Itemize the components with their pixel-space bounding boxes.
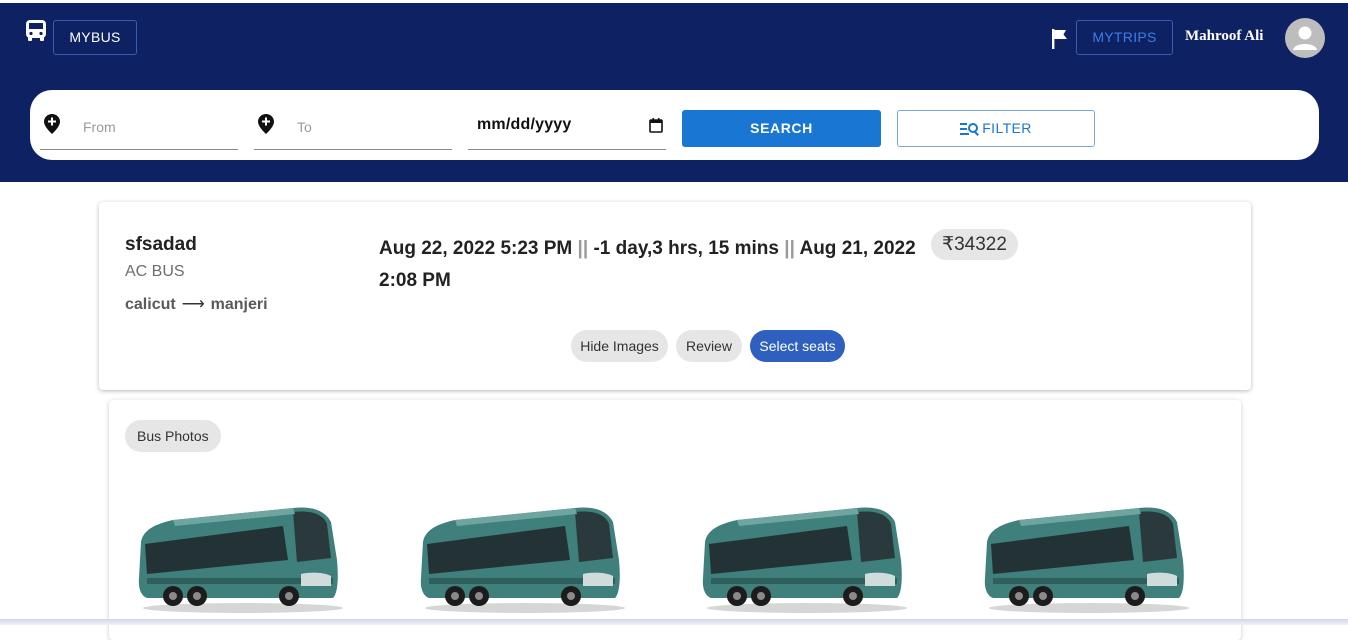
select-seats-button[interactable]: Select seats: [750, 330, 845, 362]
mybus-button[interactable]: MYBUS: [53, 20, 137, 55]
route-destination: manjeri: [210, 296, 268, 313]
bus-photos-card: Bus Photos: [109, 400, 1241, 640]
from-placeholder: From: [83, 119, 116, 135]
filter-search-icon: [960, 123, 980, 136]
trip-card: sfsadad AC BUS calicut ⟶ manjeri Aug 22, 2…: [99, 202, 1251, 390]
add-location-icon: [44, 114, 60, 134]
add-location-icon: [258, 114, 274, 134]
hide-images-button[interactable]: Hide Images: [571, 330, 668, 362]
bus-photo[interactable]: [697, 490, 907, 615]
to-placeholder: To: [297, 119, 312, 135]
calendar-icon[interactable]: [649, 118, 663, 133]
top-app-bar: MYBUS MYTRIPS Mahroof Ali From To mm/dd/…: [0, 0, 1348, 182]
separator: ||: [784, 238, 795, 259]
bus-icon[interactable]: [25, 19, 47, 43]
search-bar: From To mm/dd/yyyy SEARCH FILTER: [30, 90, 1319, 160]
route: calicut ⟶ manjeri: [125, 294, 268, 314]
date-value: mm/dd/yyyy: [477, 116, 572, 133]
filter-label: FILTER: [982, 120, 1032, 136]
bus-photos-chip: Bus Photos: [125, 420, 221, 452]
user-name: Mahroof Ali: [1185, 28, 1264, 44]
bus-photo[interactable]: [979, 490, 1189, 615]
to-field[interactable]: To: [254, 110, 452, 150]
bottom-edge: [0, 619, 1348, 625]
bus-photo[interactable]: [133, 490, 343, 615]
review-button[interactable]: Review: [676, 330, 742, 362]
departure-time: Aug 22, 2022 5:23 PM: [379, 238, 573, 259]
filter-button[interactable]: FILTER: [897, 110, 1095, 147]
separator: ||: [577, 238, 589, 259]
arrow-right-icon: ⟶: [181, 296, 205, 313]
price-chip: ₹34322: [931, 229, 1018, 260]
bus-photo[interactable]: [415, 490, 625, 615]
mytrips-button[interactable]: MYTRIPS: [1076, 20, 1173, 55]
trip-duration: -1 day,3 hrs, 15 mins: [593, 238, 779, 259]
date-field[interactable]: mm/dd/yyyy: [468, 110, 666, 150]
from-field[interactable]: From: [40, 110, 238, 150]
flag-icon[interactable]: [1050, 28, 1070, 50]
trip-times: Aug 22, 2022 5:23 PM || -1 day,3 hrs, 15…: [379, 233, 919, 297]
bus-type: AC BUS: [125, 263, 185, 280]
search-button[interactable]: SEARCH: [682, 110, 881, 147]
account-avatar-icon[interactable]: [1285, 18, 1325, 58]
route-origin: calicut: [125, 296, 176, 313]
bus-name: sfsadad: [125, 234, 197, 255]
